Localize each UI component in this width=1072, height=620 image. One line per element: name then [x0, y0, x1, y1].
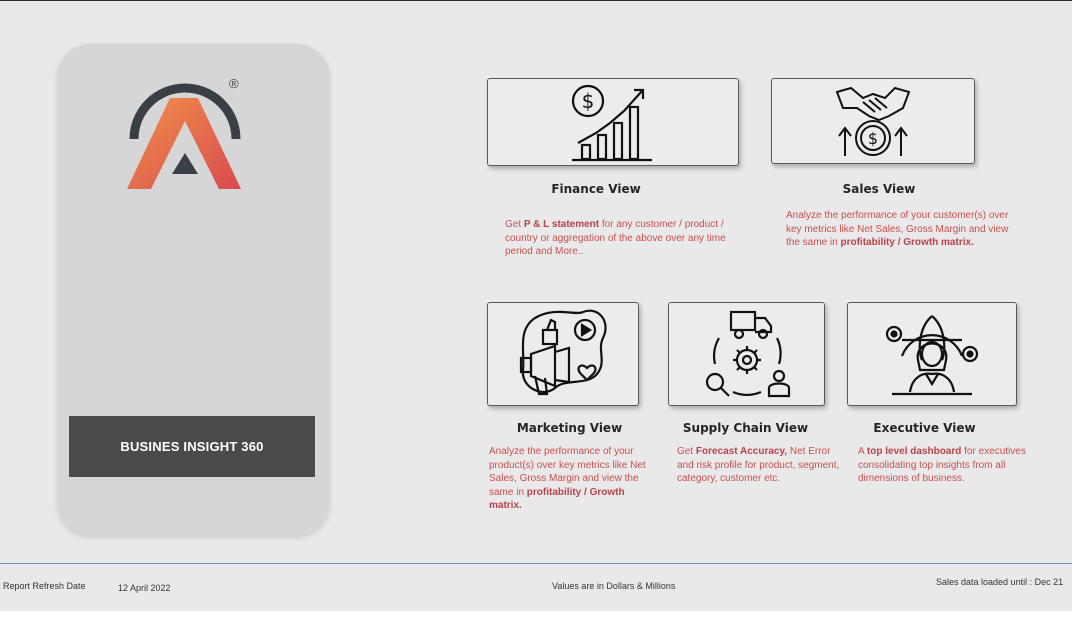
executive-view-description: A top level dashboard for executives con…	[858, 446, 1026, 484]
refresh-date-value: 12 April 2022	[118, 583, 171, 593]
data-loaded-note: Sales data loaded until : Dec 21	[936, 577, 1064, 587]
supply-chain-view-title: Supply Chain View	[682, 421, 809, 435]
megaphone-social-icon	[519, 309, 607, 396]
supply-chain-view-button[interactable]	[668, 302, 825, 406]
footer-divider	[0, 563, 1072, 564]
svg-text:$: $	[868, 129, 878, 148]
finance-view-description: Get P & L statement for any customer / p…	[505, 219, 726, 257]
svg-text:$: $	[582, 89, 595, 113]
executive-view-button[interactable]	[847, 302, 1017, 406]
marketing-view-description: Analyze the performance of your product(…	[489, 446, 646, 511]
marketing-view-title: Marketing View	[516, 421, 623, 435]
refresh-date-label: Report Refresh Date	[3, 581, 86, 591]
brand-title-box: BUSINES INSIGHT 360	[69, 416, 315, 477]
report-canvas: ® BUSINES INSIGHT 360 $ Finance View Get…	[0, 0, 1072, 611]
finance-view-button[interactable]: $	[487, 78, 739, 166]
truck-gear-cycle-icon	[705, 310, 790, 398]
executive-globe-icon	[885, 315, 979, 396]
marketing-view-button[interactable]	[487, 302, 639, 406]
dollar-growth-chart-icon: $	[571, 84, 652, 162]
sales-view-description: Analyze the performance of your customer…	[786, 210, 1009, 248]
registered-mark: ®	[229, 76, 239, 91]
handshake-coin-icon: $	[835, 86, 911, 156]
executive-view-title: Executive View	[873, 421, 976, 435]
sales-view-title: Sales View	[842, 182, 916, 196]
sales-view-button[interactable]: $	[771, 78, 975, 164]
units-note: Values are in Dollars & Millions	[552, 581, 676, 591]
supply-chain-view-description: Get Forecast Accuracy, Net Error and ris…	[677, 446, 840, 484]
finance-view-title: Finance View	[551, 182, 641, 196]
